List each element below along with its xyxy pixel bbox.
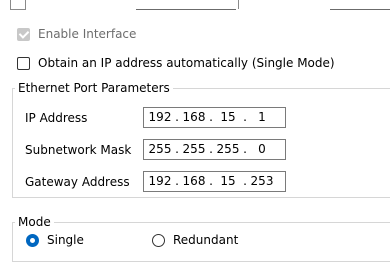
gateway-address-label: Gateway Address: [25, 175, 130, 189]
enable-interface-checkbox[interactable]: [17, 28, 30, 41]
gateway-octet-2: 168: [182, 174, 206, 188]
clipped-control-right[interactable]: [330, 0, 390, 10]
ip-dot: .: [243, 110, 247, 124]
ethernet-port-parameters-title: Ethernet Port Parameters: [15, 81, 173, 95]
clipped-control-middle[interactable]: [136, 0, 236, 10]
single-radio[interactable]: [26, 234, 39, 247]
ip-octet-1: 192: [148, 110, 172, 124]
single-radio-label: Single: [47, 233, 84, 247]
gateway-dot: .: [243, 174, 247, 188]
ip-octet-3: 15: [220, 110, 236, 124]
mask-octet-2: 255: [182, 142, 206, 156]
clipped-control-small[interactable]: [238, 0, 253, 9]
mask-octet-3: 255: [216, 142, 240, 156]
obtain-ip-checkbox[interactable]: [17, 57, 30, 70]
gateway-octet-1: 192: [148, 174, 172, 188]
obtain-ip-label: Obtain an IP address automatically (Sing…: [38, 56, 335, 70]
gateway-octet-3: 15: [220, 174, 236, 188]
mask-octet-4: 0: [258, 142, 266, 156]
gateway-dot: .: [175, 174, 179, 188]
mode-title: Mode: [15, 215, 54, 229]
redundant-radio[interactable]: [152, 234, 165, 247]
mask-dot: .: [243, 142, 247, 156]
ip-dot: .: [175, 110, 179, 124]
clipped-control-left[interactable]: [10, 0, 26, 10]
redundant-radio-label: Redundant: [173, 233, 239, 247]
ip-octet-2: 168: [182, 110, 206, 124]
gateway-dot: .: [209, 174, 213, 188]
enable-interface-label: Enable Interface: [38, 27, 137, 41]
mask-dot: .: [175, 142, 179, 156]
mask-octet-1: 255: [148, 142, 172, 156]
ip-address-label: IP Address: [25, 111, 88, 125]
ip-octet-4: 1: [258, 110, 266, 124]
ip-dot: .: [209, 110, 213, 124]
gateway-address-field[interactable]: 192 . 168 . 15 . 253: [143, 171, 286, 192]
subnet-mask-field[interactable]: 255 . 255 . 255 . 0: [143, 139, 286, 160]
mask-dot: .: [209, 142, 213, 156]
ip-address-field[interactable]: 192 . 168 . 15 . 1: [143, 107, 286, 128]
gateway-octet-4: 253: [250, 174, 274, 188]
subnet-mask-label: Subnetwork Mask: [25, 143, 132, 157]
